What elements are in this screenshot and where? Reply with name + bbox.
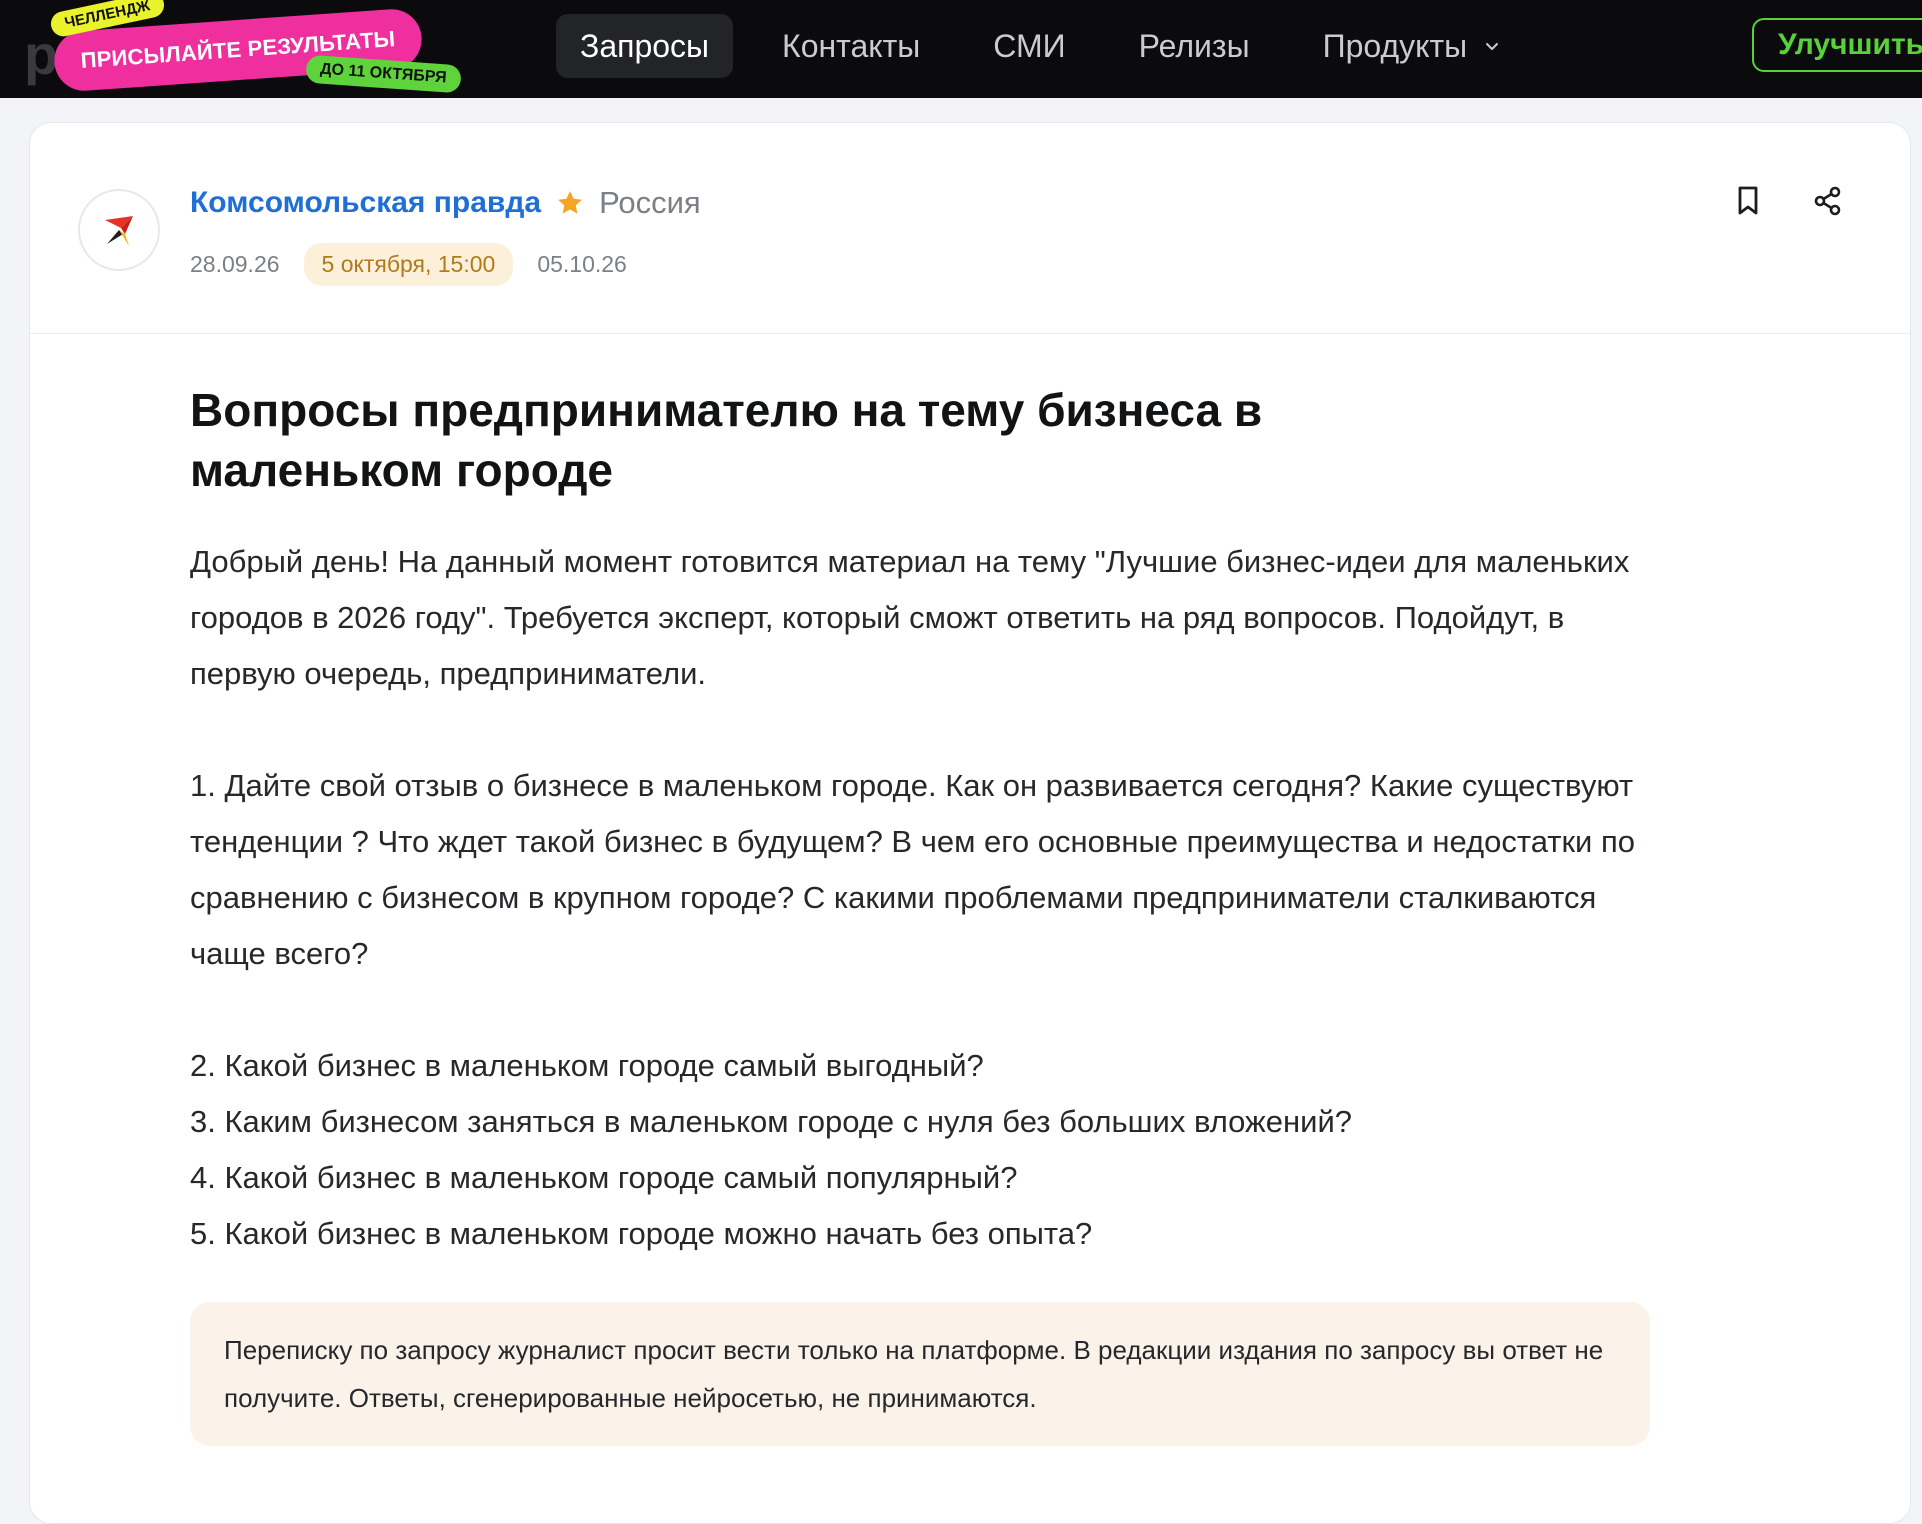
request-dates: 28.09.26 5 октября, 15:00 05.10.26 <box>190 243 627 286</box>
request-card-header: Комсомольская правда Россия 28.09.26 5 о… <box>30 123 1910 334</box>
outlet-name-link[interactable]: Комсомольская правда <box>190 186 541 220</box>
outlet-avatar[interactable] <box>78 189 160 271</box>
outlet-row: Комсомольская правда Россия <box>190 185 701 221</box>
question-item: 5. Какой бизнес в маленьком городе можно… <box>190 1216 1093 1251</box>
nav-item-media[interactable]: СМИ <box>969 14 1089 78</box>
request-body: Добрый день! На данный момент готовится … <box>190 534 1670 1262</box>
nav-item-label: СМИ <box>993 27 1066 64</box>
published-date: 28.09.26 <box>190 251 280 277</box>
share-button[interactable] <box>1808 181 1848 221</box>
nav-item-label: Контакты <box>782 27 921 64</box>
top-navigation-bar: р ПРИСЫЛАЙТЕ РЕЗУЛЬТАТЫ ЧЕЛЛЕНДЖ ДО 11 О… <box>0 0 1922 98</box>
nav-item-label: Продукты <box>1322 27 1468 64</box>
nav-item-label: Запросы <box>580 27 710 64</box>
nav-item-label: Релизы <box>1138 27 1250 64</box>
question-item: 4. Какой бизнес в маленьком городе самый… <box>190 1160 1018 1195</box>
share-icon <box>1814 186 1841 216</box>
request-title: Вопросы предпринимателю на тему бизнеса … <box>190 384 1263 496</box>
nav-item-contacts[interactable]: Контакты <box>758 14 944 78</box>
nav-item-requests[interactable]: Запросы <box>556 14 734 78</box>
bookmark-icon <box>1738 186 1758 215</box>
outlet-logo-icon <box>105 216 133 246</box>
main-nav: Запросы Контакты СМИ Релизы Продукты <box>556 14 1548 78</box>
question-item: 3. Каким бизнесом заняться в маленьком г… <box>190 1104 1353 1139</box>
upgrade-button[interactable]: Улучшить <box>1752 18 1922 72</box>
request-intro: Добрый день! На данный момент готовится … <box>190 544 1630 691</box>
nav-item-products[interactable]: Продукты <box>1299 14 1524 78</box>
promo-deadline-label: ДО 11 ОКТЯБРЯ <box>305 54 462 94</box>
star-icon <box>558 191 582 214</box>
question-1: 1. Дайте свой отзыв о бизнесе в маленько… <box>190 768 1635 971</box>
challenge-promo-banner[interactable]: ПРИСЫЛАЙТЕ РЕЗУЛЬТАТЫ ЧЕЛЛЕНДЖ ДО 11 ОКТ… <box>48 0 478 98</box>
question-item: 2. Какой бизнес в маленьком городе самый… <box>190 1048 984 1083</box>
platform-notice: Переписку по запросу журналист просит ве… <box>190 1302 1650 1446</box>
outlet-country: Россия <box>599 185 701 220</box>
expiry-date: 05.10.26 <box>537 251 627 277</box>
bookmark-button[interactable] <box>1728 181 1768 221</box>
nav-item-releases[interactable]: Релизы <box>1115 14 1274 78</box>
chevron-down-icon <box>1486 43 1499 50</box>
deadline-badge: 5 октября, 15:00 <box>303 243 514 286</box>
